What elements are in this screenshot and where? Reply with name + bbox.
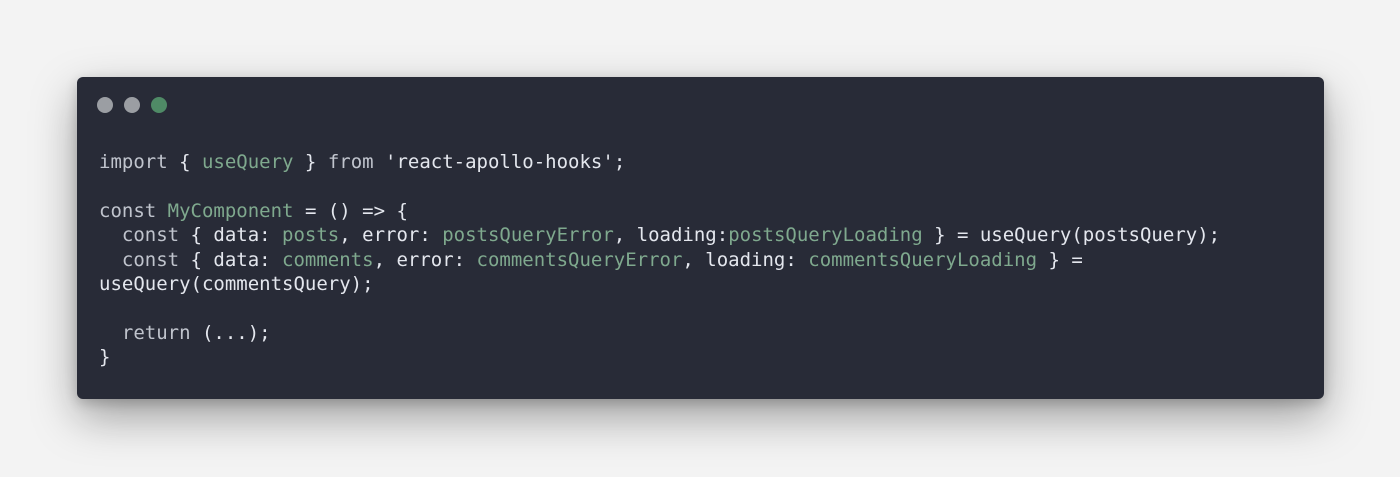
close-dot-icon[interactable]	[97, 97, 113, 113]
code-token: from	[327, 151, 374, 173]
code-token: useQuery(commentsQuery);	[99, 272, 374, 295]
code-block: import { useQuery } from 'react-apollo-h…	[99, 150, 1220, 370]
code-token: }	[99, 346, 111, 369]
code-token: = () => {	[293, 199, 408, 222]
code-token: return	[121, 321, 191, 344]
minimize-dot-icon[interactable]	[124, 97, 140, 113]
code-token: 'react-apollo-hooks'	[385, 151, 614, 173]
code-line: const { data: posts, error: postsQueryEr…	[99, 223, 1220, 247]
code-token: , loading:	[682, 248, 809, 271]
code-token: comments	[282, 248, 374, 271]
code-token: commentsQueryLoading	[808, 248, 1038, 271]
code-token: const	[121, 224, 180, 247]
code-token: , error:	[373, 248, 477, 271]
code-token: } = useQuery(postsQuery);	[922, 224, 1221, 247]
code-token: { data:	[179, 248, 283, 271]
code-token: , loading:	[613, 224, 729, 247]
zoom-dot-icon[interactable]	[151, 97, 167, 113]
code-line: useQuery(commentsQuery);	[99, 272, 1220, 296]
code-token: postsQueryError	[442, 224, 614, 247]
code-line: }	[99, 345, 1220, 369]
code-token: { data:	[179, 224, 283, 247]
code-window: import { useQuery } from 'react-apollo-h…	[77, 77, 1324, 399]
code-token: const	[121, 248, 180, 271]
code-line: const { data: comments, error: commentsQ…	[99, 248, 1220, 272]
code-token: useQuery	[201, 151, 294, 173]
code-line: import { useQuery } from 'react-apollo-h…	[99, 150, 1220, 174]
code-token: MyComponent	[167, 199, 294, 222]
code-token: ;	[613, 151, 626, 173]
code-line: const MyComponent = () => {	[99, 199, 1220, 223]
code-token: {	[167, 151, 202, 173]
code-token: }	[293, 151, 328, 173]
code-token: postsQueryLoading	[728, 224, 923, 247]
code-token: commentsQueryError	[476, 248, 683, 271]
code-token: import	[99, 151, 168, 173]
code-token: , error:	[339, 224, 443, 247]
code-token: } =	[1037, 248, 1083, 271]
code-token: posts	[282, 224, 340, 247]
window-controls	[97, 97, 167, 113]
code-token: const	[99, 199, 157, 222]
code-token: (...);	[190, 321, 271, 344]
code-line: return (...);	[99, 321, 1220, 345]
